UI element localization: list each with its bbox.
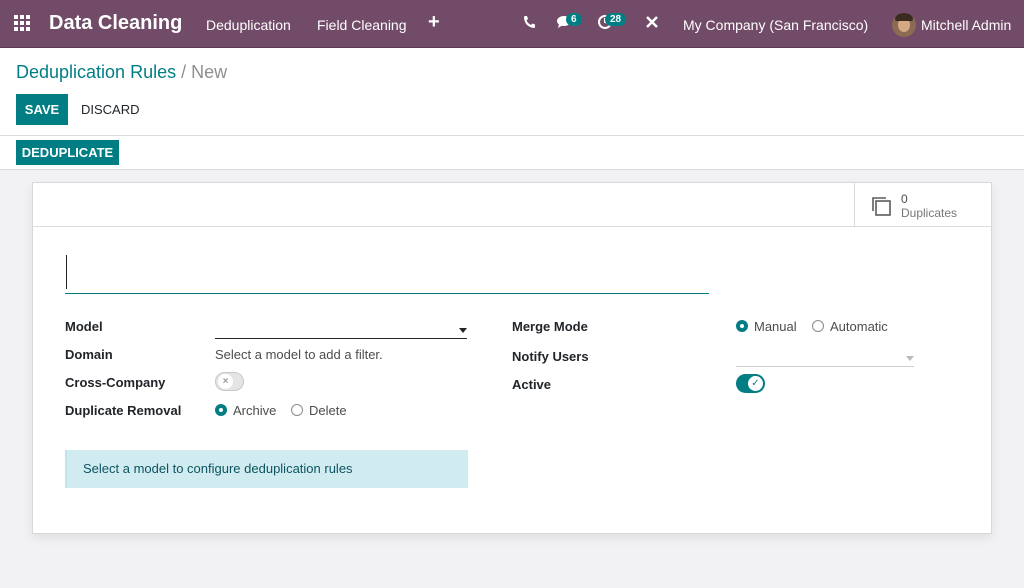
- duplicates-label: Duplicates: [901, 206, 958, 220]
- active-label: Active: [512, 377, 552, 392]
- breadcrumb-parent[interactable]: Deduplication Rules: [16, 62, 176, 82]
- save-button[interactable]: SAVE: [16, 94, 68, 125]
- activities-count-badge: 28: [605, 13, 627, 26]
- user-menu[interactable]: Mitchell Admin: [921, 17, 1011, 33]
- checkmark-icon: ✓: [748, 376, 763, 391]
- breadcrumb: Deduplication Rules / New: [16, 62, 227, 83]
- button-box: 0 Duplicates: [33, 183, 991, 227]
- domain-label: Domain: [65, 347, 113, 362]
- breadcrumb-separator: /: [181, 62, 187, 82]
- rule-name-input[interactable]: [65, 253, 709, 294]
- cross-company-toggle[interactable]: ×: [215, 372, 244, 391]
- merge-mode-label: Merge Mode: [512, 319, 588, 334]
- app-name[interactable]: Data Cleaning: [49, 12, 182, 35]
- notify-users-label: Notify Users: [512, 349, 589, 364]
- active-toggle[interactable]: ✓: [736, 374, 765, 393]
- messages-count-badge: 6: [566, 13, 582, 26]
- close-icon: ×: [218, 374, 233, 389]
- app-menu-icon[interactable]: [14, 15, 32, 33]
- chevron-down-icon: [459, 328, 467, 333]
- chevron-down-icon: [906, 356, 914, 361]
- top-navbar: Data Cleaning Deduplication Field Cleani…: [0, 0, 1024, 48]
- control-panel: Deduplication Rules / New SAVE DISCARD: [0, 48, 1024, 136]
- breadcrumb-current: New: [191, 62, 228, 82]
- user-avatar[interactable]: [892, 13, 916, 37]
- form-sheet: 0 Duplicates Model Domain Select a model…: [32, 182, 992, 534]
- menu-deduplication[interactable]: Deduplication: [206, 17, 291, 33]
- form-statusbar: DEDUPLICATE: [0, 136, 1024, 170]
- model-select[interactable]: [215, 319, 467, 339]
- discard-button[interactable]: DISCARD: [81, 94, 140, 125]
- tools-icon[interactable]: [645, 14, 659, 33]
- duplicates-stat-button[interactable]: 0 Duplicates: [854, 183, 992, 227]
- menu-field-cleaning[interactable]: Field Cleaning: [317, 17, 407, 33]
- info-alert: Select a model to configure deduplicatio…: [65, 450, 468, 488]
- cross-company-label: Cross-Company: [65, 375, 166, 390]
- deduplicate-button[interactable]: DEDUPLICATE: [16, 140, 119, 165]
- plus-icon[interactable]: +: [428, 11, 440, 34]
- company-switcher[interactable]: My Company (San Francisco): [683, 17, 868, 33]
- model-label: Model: [65, 319, 103, 334]
- phone-icon[interactable]: [522, 14, 536, 33]
- duplicate-removal-label: Duplicate Removal: [65, 403, 182, 418]
- notify-users-select[interactable]: [736, 347, 914, 367]
- duplicates-icon: [872, 197, 891, 216]
- duplicates-count: 0: [901, 192, 908, 206]
- domain-value: Select a model to add a filter.: [215, 347, 383, 362]
